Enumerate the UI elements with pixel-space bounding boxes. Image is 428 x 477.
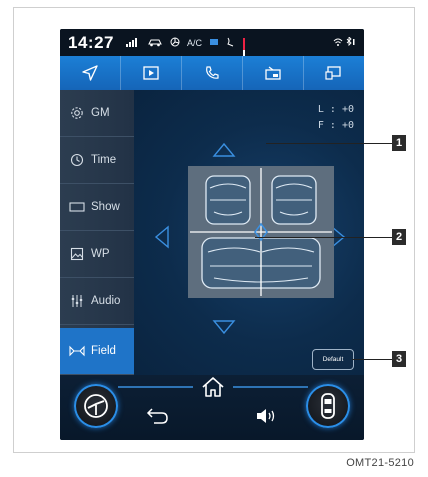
nav-media-button[interactable] bbox=[121, 56, 182, 90]
wifi-bluetooth-icons bbox=[332, 35, 356, 49]
sidebar-item-label: Field bbox=[91, 345, 116, 357]
callout-line-1 bbox=[266, 143, 392, 144]
sidebar-item-wp[interactable]: WP bbox=[60, 231, 134, 278]
car-icon bbox=[147, 37, 163, 49]
sound-field-panel: L : +0 F : +0 bbox=[134, 90, 364, 375]
display-icon bbox=[325, 66, 341, 80]
field-icon bbox=[69, 343, 85, 359]
recirculation-icon bbox=[209, 37, 219, 49]
callout-3: 3 bbox=[392, 351, 406, 367]
sidebar-item-show[interactable]: Show bbox=[60, 184, 134, 231]
sidebar-item-audio[interactable]: Audio bbox=[60, 278, 134, 325]
status-bar: 14:27 A/C bbox=[60, 29, 364, 90]
nav-display-button[interactable] bbox=[304, 56, 364, 90]
fan-icon bbox=[170, 37, 180, 49]
car-seats-icon bbox=[190, 168, 332, 296]
media-icon bbox=[143, 66, 159, 80]
balance-fade-readout: L : +0 F : +0 bbox=[318, 102, 354, 134]
status-time: 14:27 bbox=[68, 32, 114, 52]
infotainment-screen: 14:27 A/C GM Time Show WP Audio Field L … bbox=[60, 29, 364, 440]
sidebar-item-gm[interactable]: GM bbox=[60, 90, 134, 137]
clock-icon bbox=[69, 152, 85, 168]
bottom-control-bar bbox=[60, 375, 364, 440]
top-nav-bar bbox=[60, 56, 364, 90]
settings-sidebar: GM Time Show WP Audio Field bbox=[60, 90, 134, 375]
volume-level-bars bbox=[243, 37, 245, 90]
sidebar-item-label: Time bbox=[91, 154, 117, 166]
callout-line-2 bbox=[255, 237, 392, 238]
sidebar-item-field[interactable]: Field bbox=[60, 328, 134, 375]
sidebar-item-label: WP bbox=[91, 248, 110, 260]
figure-code: OMT21-5210 bbox=[346, 457, 414, 469]
default-button[interactable]: Default bbox=[312, 349, 354, 370]
callout-1: 1 bbox=[392, 135, 406, 151]
arrow-left-button[interactable] bbox=[154, 225, 170, 249]
steering-wheel-icon bbox=[84, 394, 108, 418]
phone-icon bbox=[206, 66, 219, 79]
gear-icon bbox=[69, 105, 85, 121]
ac-label: A/C bbox=[186, 37, 202, 48]
signal-icon bbox=[125, 37, 140, 49]
vehicle-view-button[interactable] bbox=[306, 384, 350, 428]
nav-phone-button[interactable] bbox=[182, 56, 243, 90]
equalizer-icon bbox=[69, 293, 85, 309]
nav-vehicle-settings-button[interactable] bbox=[243, 56, 304, 90]
image-icon bbox=[69, 246, 85, 262]
rectangle-icon bbox=[69, 199, 85, 215]
vehicle-settings-icon bbox=[265, 66, 281, 80]
callout-line-3 bbox=[352, 359, 392, 360]
seat-heat-icon bbox=[226, 37, 236, 49]
sidebar-item-time[interactable]: Time bbox=[60, 137, 134, 184]
sidebar-item-label: GM bbox=[91, 107, 110, 119]
arrow-down-button[interactable] bbox=[212, 319, 236, 335]
back-button[interactable] bbox=[146, 405, 170, 425]
status-icons: A/C bbox=[125, 37, 245, 90]
home-button[interactable] bbox=[200, 375, 226, 399]
balance-value: L : +0 bbox=[317, 104, 354, 115]
arrow-up-button[interactable] bbox=[212, 142, 236, 158]
volume-button[interactable] bbox=[254, 407, 280, 425]
steering-wheel-button[interactable] bbox=[74, 384, 118, 428]
vehicle-top-view-icon bbox=[321, 393, 335, 419]
navigation-icon bbox=[82, 65, 98, 81]
fade-value: F : +0 bbox=[317, 120, 354, 131]
sidebar-item-label: Show bbox=[91, 201, 120, 213]
seat-diagram[interactable] bbox=[188, 166, 334, 298]
callout-2: 2 bbox=[392, 229, 406, 245]
sidebar-item-label: Audio bbox=[91, 295, 121, 307]
nav-navigation-button[interactable] bbox=[60, 56, 121, 90]
